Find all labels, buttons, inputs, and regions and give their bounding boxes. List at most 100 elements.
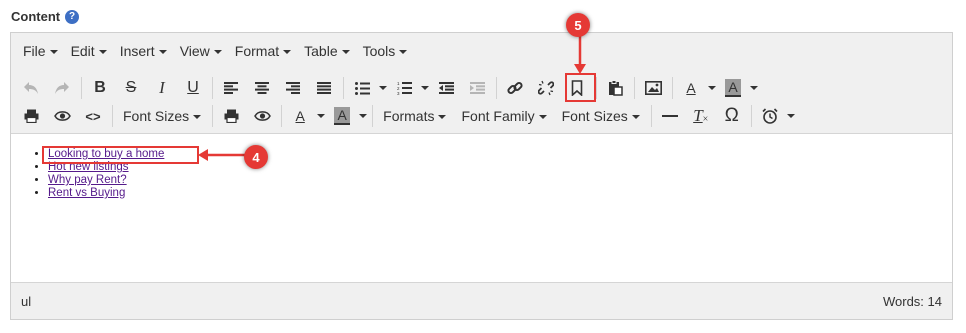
- chevron-down-icon[interactable]: [376, 74, 390, 102]
- menu-insert[interactable]: Insert: [114, 37, 174, 65]
- numbered-list-split-button[interactable]: 123: [390, 74, 432, 102]
- help-icon[interactable]: ?: [65, 9, 80, 24]
- toolbar-separator: [596, 77, 597, 99]
- background-color-glyph: A: [725, 79, 741, 97]
- toolbar-separator: [81, 77, 82, 99]
- align-right-icon: [286, 82, 300, 94]
- chevron-down-icon[interactable]: [356, 102, 370, 130]
- chevron-down-icon[interactable]: [418, 74, 432, 102]
- chevron-down-icon: [399, 49, 408, 54]
- font-sizes-dropdown[interactable]: Font Sizes: [117, 102, 207, 130]
- menu-view[interactable]: View: [174, 37, 229, 65]
- text-color-button[interactable]: A: [677, 74, 705, 102]
- toolbar-separator: [343, 77, 344, 99]
- preview-button[interactable]: [48, 102, 76, 130]
- chevron-down-icon[interactable]: [705, 74, 719, 102]
- toolbar-separator: [750, 105, 752, 127]
- redo-button[interactable]: [48, 74, 76, 102]
- annotation-arrow-4: [198, 149, 246, 161]
- link-why-pay-rent[interactable]: Why pay Rent?: [48, 174, 127, 186]
- word-count: Words: 14: [882, 293, 942, 309]
- toolbar-separator: [281, 105, 283, 127]
- annotation-box-link-button: [565, 73, 596, 102]
- clear-format-icon: T: [693, 106, 703, 125]
- insert-image-button[interactable]: [639, 74, 667, 102]
- background-color-split-button[interactable]: A: [719, 74, 761, 102]
- paste-button[interactable]: [601, 74, 629, 102]
- annotation-arrow-5: [574, 36, 586, 74]
- horizontal-rule-button[interactable]: [656, 102, 684, 130]
- print-button[interactable]: [17, 102, 45, 130]
- background-color-button-2[interactable]: A: [328, 102, 356, 130]
- align-right-button[interactable]: [279, 74, 307, 102]
- link-rent-vs-buying[interactable]: Rent vs Buying: [48, 187, 125, 199]
- italic-button[interactable]: I: [148, 74, 176, 102]
- menu-tools[interactable]: Tools: [357, 37, 415, 65]
- text-color-button-2[interactable]: A: [286, 102, 314, 130]
- outdent-button[interactable]: [432, 74, 460, 102]
- chevron-down-icon: [438, 114, 447, 119]
- source-code-button[interactable]: <>: [79, 102, 107, 130]
- numbered-list-icon: 123: [397, 81, 412, 95]
- editor-menubar: File Edit Insert View Format Table Tools: [11, 33, 952, 69]
- menu-table[interactable]: Table: [298, 37, 356, 65]
- menu-edit[interactable]: Edit: [65, 37, 114, 65]
- chevron-down-icon: [341, 49, 350, 54]
- undo-icon: [24, 82, 38, 94]
- bullet-list-icon: [354, 81, 370, 95]
- strikethrough-button[interactable]: S: [117, 74, 145, 102]
- chevron-down-icon[interactable]: [747, 74, 761, 102]
- text-color-split-button[interactable]: A: [677, 74, 719, 102]
- print-button-2[interactable]: [217, 102, 245, 130]
- annotation-badge-5: 5: [566, 13, 590, 37]
- background-color-split-button-2[interactable]: A: [328, 102, 370, 130]
- link-icon: [507, 81, 523, 95]
- preview-button-2[interactable]: [248, 102, 276, 130]
- insert-datetime-button[interactable]: [756, 102, 784, 130]
- redo-icon: [55, 82, 69, 94]
- list-item: Rent vs Buying: [48, 187, 164, 200]
- font-family-dropdown[interactable]: Font Family: [455, 102, 552, 130]
- insert-datetime-split-button[interactable]: [756, 102, 798, 130]
- align-left-button[interactable]: [217, 74, 245, 102]
- numbered-list-button[interactable]: 123: [390, 74, 418, 102]
- toolbar-separator: [112, 105, 113, 127]
- element-path[interactable]: ul: [21, 294, 31, 309]
- formats-dropdown[interactable]: Formats: [377, 102, 452, 130]
- clear-formatting-button[interactable]: T ×: [687, 102, 715, 130]
- print-icon: [224, 109, 239, 123]
- align-center-button[interactable]: [248, 74, 276, 102]
- underline-button[interactable]: U: [179, 74, 207, 102]
- text-color-split-button-2[interactable]: A: [286, 102, 328, 130]
- horizontal-line-icon: [661, 115, 678, 117]
- insert-link-button[interactable]: [501, 74, 529, 102]
- rich-text-editor: File Edit Insert View Format Table Tools…: [10, 32, 953, 320]
- chevron-down-icon[interactable]: [314, 102, 328, 130]
- clock-icon: [762, 108, 778, 124]
- toolbar-separator: [634, 77, 635, 99]
- menu-format[interactable]: Format: [229, 37, 298, 65]
- justify-icon: [317, 82, 331, 94]
- undo-button[interactable]: [17, 74, 45, 102]
- bullet-list-button[interactable]: [348, 74, 376, 102]
- chevron-down-icon: [158, 49, 167, 54]
- image-icon: [644, 81, 662, 95]
- bold-button[interactable]: B: [86, 74, 114, 102]
- indent-button[interactable]: [463, 74, 491, 102]
- special-character-button[interactable]: Ω: [718, 102, 746, 130]
- background-color-button[interactable]: A: [719, 74, 747, 102]
- menu-file[interactable]: File: [17, 37, 65, 65]
- chevron-down-icon: [98, 49, 107, 54]
- toolbar-separator: [672, 77, 673, 99]
- font-sizes-dropdown-2[interactable]: Font Sizes: [556, 102, 646, 130]
- justify-button[interactable]: [310, 74, 338, 102]
- toolbar-separator: [212, 77, 213, 99]
- chevron-down-icon: [213, 49, 222, 54]
- annotation-box-first-link: [42, 146, 199, 164]
- outdent-icon: [438, 82, 454, 94]
- chevron-down-icon[interactable]: [784, 102, 798, 130]
- unlink-button[interactable]: [532, 74, 560, 102]
- bullet-list-split-button[interactable]: [348, 74, 390, 102]
- content-field-label: Content ?: [11, 9, 80, 24]
- background-color-glyph: A: [334, 107, 350, 125]
